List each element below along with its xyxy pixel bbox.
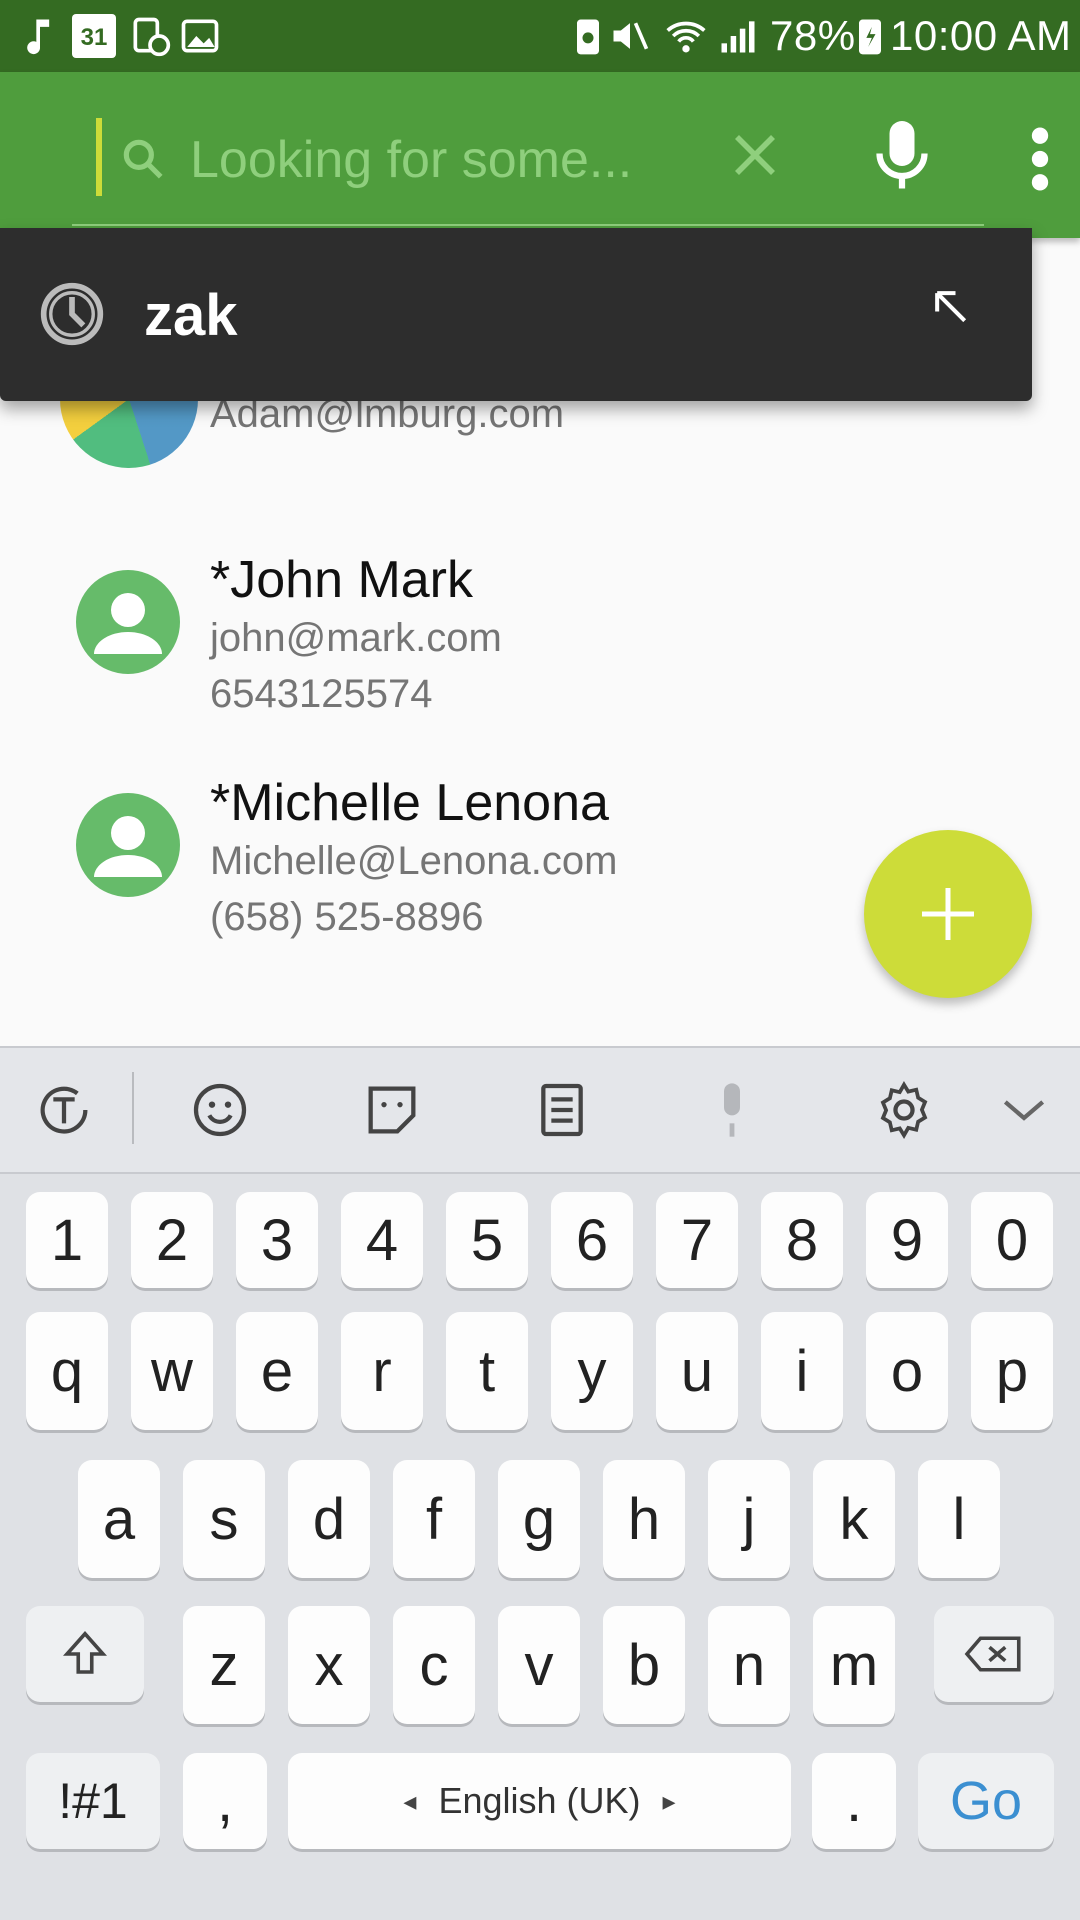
backspace-key[interactable] [934,1606,1054,1702]
key-j[interactable]: j [708,1460,790,1578]
key-y[interactable]: y [551,1312,633,1430]
key-8[interactable]: 8 [761,1192,843,1288]
backspace-icon [964,1636,1021,1672]
key-r[interactable]: r [341,1312,423,1430]
search-input[interactable] [190,128,650,192]
toolbar-divider [132,1072,134,1144]
signal-icon [721,21,755,53]
mic-icon [724,1083,740,1137]
key-7[interactable]: 7 [656,1192,738,1288]
contact-name: *Michelle Lenona [210,774,609,832]
music-icon [27,19,50,55]
clipboard-icon[interactable] [530,1078,594,1142]
shift-icon [62,1631,108,1674]
suggestion-text: zak [144,283,238,348]
key-u[interactable]: u [656,1312,738,1430]
period-key[interactable]: . [812,1753,896,1849]
key-b[interactable]: b [603,1606,685,1724]
key-5[interactable]: 5 [446,1192,528,1288]
key-k[interactable]: k [813,1460,895,1578]
key-c[interactable]: c [393,1606,475,1724]
arrow-up-left-icon[interactable] [928,284,972,328]
search-underline [72,224,984,226]
plus-icon [922,888,974,940]
list-item[interactable]: *John Mark john@mark.com 6543125574 [0,550,1080,740]
sticker-icon[interactable] [360,1078,424,1142]
emoji-icon[interactable] [188,1078,252,1142]
chevron-down-icon[interactable] [992,1078,1056,1142]
more-options-icon[interactable] [1020,124,1060,194]
status-bar: 31 78% 10:00 AM [0,0,1080,72]
contact-phone: 6543125574 [210,672,433,716]
arrow-left-icon: ◂ [403,1785,417,1816]
mute-icon [613,22,649,50]
key-n[interactable]: n [708,1606,790,1724]
language-label: English (UK) [438,1780,641,1821]
add-contact-button[interactable] [864,830,1032,998]
battery-percent: 78% [770,12,856,59]
contact-phone: (658) 525-8896 [210,895,484,939]
contact-email: john@mark.com [210,616,502,660]
close-icon[interactable] [728,128,782,182]
search-icon [123,139,163,179]
avatar [76,793,180,897]
key-3[interactable]: 3 [236,1192,318,1288]
arrow-right-icon: ▸ [662,1785,676,1816]
mic-icon[interactable] [872,118,932,194]
space-key[interactable]: ◂ English (UK) ▸ [288,1753,791,1849]
calendar-day: 31 [80,24,108,51]
key-2[interactable]: 2 [131,1192,213,1288]
person-icon [94,593,162,654]
key-d[interactable]: d [288,1460,370,1578]
wifi-icon [666,21,706,53]
key-i[interactable]: i [761,1312,843,1430]
settings-icon[interactable] [872,1078,936,1142]
key-f[interactable]: f [393,1460,475,1578]
avatar [76,570,180,674]
battery-icon [859,19,881,55]
key-z[interactable]: z [183,1606,265,1724]
history-icon [40,282,104,346]
key-p[interactable]: p [971,1312,1053,1430]
comma-key[interactable]: , [183,1753,267,1849]
key-1[interactable]: 1 [26,1192,108,1288]
key-t[interactable]: t [446,1312,528,1430]
key-v[interactable]: v [498,1606,580,1724]
shift-key[interactable] [26,1606,144,1702]
key-g[interactable]: g [498,1460,580,1578]
person-icon [94,816,162,877]
text-cursor [96,118,102,196]
key-h[interactable]: h [603,1460,685,1578]
keyboard-toolbar [0,1046,1080,1174]
key-a[interactable]: a [78,1460,160,1578]
symbols-key[interactable]: !#1 [26,1753,160,1849]
screen-record-icon [133,17,171,57]
key-w[interactable]: w [131,1312,213,1430]
go-key[interactable]: Go [918,1753,1054,1849]
key-4[interactable]: 4 [341,1192,423,1288]
contact-email: Michelle@Lenona.com [210,839,618,883]
key-0[interactable]: 0 [971,1192,1053,1288]
battery-saver-icon [577,19,599,55]
key-m[interactable]: m [813,1606,895,1724]
key-o[interactable]: o [866,1312,948,1430]
key-q[interactable]: q [26,1312,108,1430]
key-s[interactable]: s [183,1460,265,1578]
image-icon [181,19,219,53]
key-x[interactable]: x [288,1606,370,1724]
calendar-icon: 31 [72,14,116,58]
contact-name: *John Mark [210,551,473,609]
key-l[interactable]: l [918,1460,1000,1578]
key-6[interactable]: 6 [551,1192,633,1288]
key-9[interactable]: 9 [866,1192,948,1288]
clock: 10:00 AM [890,12,1072,59]
text-mode-icon[interactable] [32,1078,96,1142]
search-suggestion[interactable]: zak [0,228,1032,401]
key-e[interactable]: e [236,1312,318,1430]
